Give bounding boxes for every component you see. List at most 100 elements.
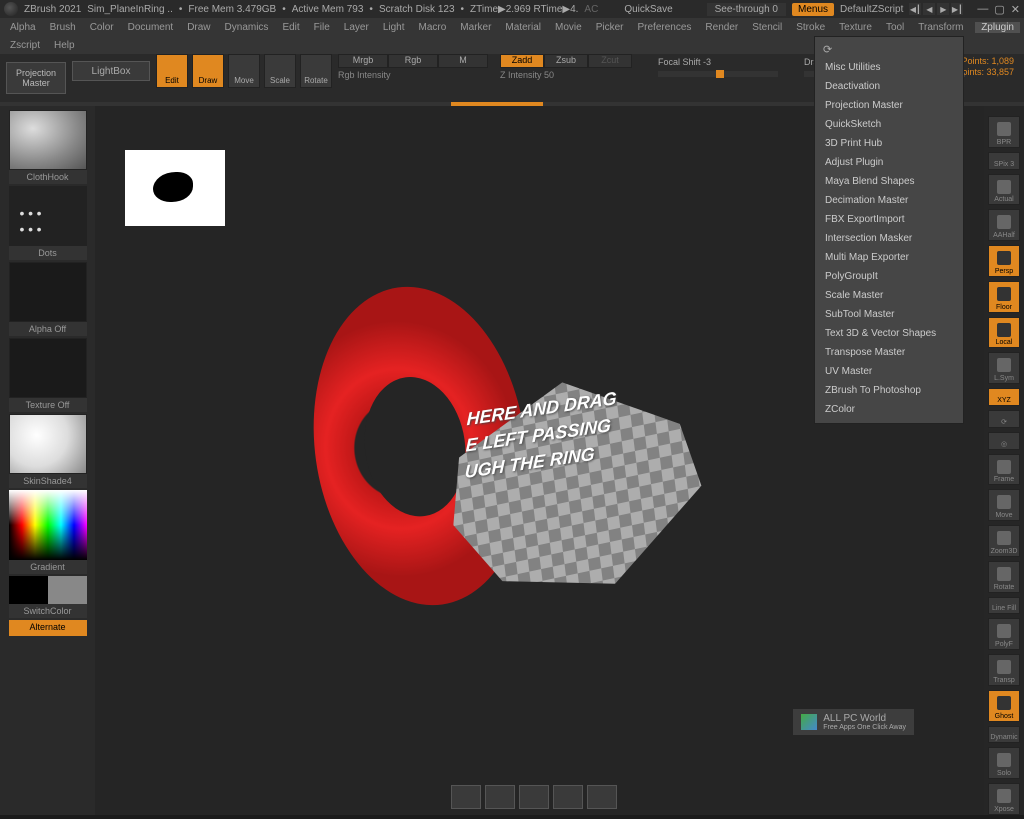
zsub-button[interactable]: Zsub [544, 54, 588, 68]
menu-layer[interactable]: Layer [338, 22, 375, 33]
focal-shift-slider[interactable]: Focal Shift -3 [658, 57, 778, 77]
seethrough-slider[interactable]: See-through 0 [707, 3, 786, 16]
dd-scale-master[interactable]: Scale Master [815, 286, 963, 305]
menu-material[interactable]: Material [499, 22, 547, 33]
dd-transpose-master[interactable]: Transpose Master [815, 343, 963, 362]
menu-stroke[interactable]: Stroke [790, 22, 831, 33]
dd-multi-map-exporter[interactable]: Multi Map Exporter [815, 248, 963, 267]
menu-brush[interactable]: Brush [44, 22, 82, 33]
window-controls[interactable]: —▢✕ [977, 3, 1020, 16]
dd-uv-master[interactable]: UV Master [815, 362, 963, 381]
rotate-mode-button[interactable]: Rotate [300, 54, 332, 88]
menu-dynamics[interactable]: Dynamics [219, 22, 275, 33]
frame-button[interactable]: Frame [988, 454, 1020, 486]
dd-misc-utilities[interactable]: Misc Utilities [815, 58, 963, 77]
document-thumbnail[interactable] [125, 150, 225, 226]
xpose-button[interactable]: Xpose [988, 783, 1020, 815]
projection-master-button[interactable]: Projection Master [6, 62, 66, 94]
z-intensity-slider[interactable]: Z Intensity 50 [500, 70, 632, 80]
dropdown-refresh[interactable]: ⟳ [815, 41, 963, 58]
dd-projection-master[interactable]: Projection Master [815, 96, 963, 115]
alpha-slot[interactable]: Alpha Off [9, 262, 87, 336]
dd-intersection-masker[interactable]: Intersection Masker [815, 229, 963, 248]
menu-draw[interactable]: Draw [181, 22, 216, 33]
dd-text-3d-vector[interactable]: Text 3D & Vector Shapes [815, 324, 963, 343]
spix-slider[interactable]: SPix 3 [988, 152, 1020, 170]
menu-help[interactable]: Help [48, 40, 81, 51]
rotate3d-button[interactable]: Rotate [988, 561, 1020, 593]
color-picker[interactable] [9, 490, 87, 560]
menu-alpha[interactable]: Alpha [4, 22, 42, 33]
dd-deactivation[interactable]: Deactivation [815, 77, 963, 96]
menu-transform[interactable]: Transform [912, 22, 969, 33]
refresh-button[interactable]: ⟳ [988, 410, 1020, 428]
dd-subtool-master[interactable]: SubTool Master [815, 305, 963, 324]
rgb-intensity-label[interactable]: Rgb Intensity [338, 70, 488, 80]
switch-color-slot[interactable]: SwitchColor [9, 576, 87, 618]
menu-edit[interactable]: Edit [276, 22, 305, 33]
material-slot[interactable]: SkinShade4 [9, 414, 87, 488]
scale-mode-button[interactable]: Scale [264, 54, 296, 88]
menu-render[interactable]: Render [699, 22, 744, 33]
menu-zplugin[interactable]: Zplugin [975, 22, 1020, 33]
menu-preferences[interactable]: Preferences [631, 22, 697, 33]
dd-zcolor[interactable]: ZColor [815, 400, 963, 419]
move-mode-button[interactable]: Move [228, 54, 260, 88]
solo-button[interactable]: Solo [988, 747, 1020, 779]
mrgb-button[interactable]: Mrgb [338, 54, 388, 68]
timeline-thumbs[interactable] [451, 785, 617, 809]
menu-macro[interactable]: Macro [413, 22, 453, 33]
lightbox-button[interactable]: LightBox [72, 61, 150, 81]
m-button[interactable]: M [438, 54, 488, 68]
menu-movie[interactable]: Movie [549, 22, 588, 33]
history-arrows[interactable]: ◀┃◀▶▶┃ [909, 3, 963, 15]
menu-zscript[interactable]: Zscript [4, 40, 46, 51]
quicksave-button[interactable]: QuickSave [624, 4, 672, 15]
menus-toggle[interactable]: Menus [792, 3, 834, 16]
actual-button[interactable]: Actual [988, 174, 1020, 206]
swatch-main[interactable] [9, 576, 48, 604]
linefill-button[interactable]: Line Fill [988, 597, 1020, 615]
stroke-slot[interactable]: Dots [9, 186, 87, 260]
dd-fbx-exportimport[interactable]: FBX ExportImport [815, 210, 963, 229]
dynamic2-button[interactable]: Dynamic [988, 726, 1020, 744]
target-button[interactable]: ◎ [988, 432, 1020, 450]
menu-tool[interactable]: Tool [880, 22, 910, 33]
color-picker-slot[interactable]: Gradient [9, 490, 87, 574]
dd-3d-print-hub[interactable]: 3D Print Hub [815, 134, 963, 153]
zcut-button[interactable]: Zcut [588, 54, 632, 68]
floor-button[interactable]: Floor [988, 281, 1020, 313]
dynamic-button[interactable]: Persp [988, 245, 1020, 277]
menu-texture[interactable]: Texture [833, 22, 878, 33]
alternate-button[interactable]: Alternate [9, 620, 87, 636]
menu-color[interactable]: Color [84, 22, 120, 33]
texture-slot[interactable]: Texture Off [9, 338, 87, 412]
menu-file[interactable]: File [308, 22, 336, 33]
menu-light[interactable]: Light [377, 22, 411, 33]
dd-decimation-master[interactable]: Decimation Master [815, 191, 963, 210]
dd-zbrush-to-photoshop[interactable]: ZBrush To Photoshop [815, 381, 963, 400]
dd-quicksketch[interactable]: QuickSketch [815, 115, 963, 134]
polyf-button[interactable]: PolyF [988, 618, 1020, 650]
rgb-button[interactable]: Rgb [388, 54, 438, 68]
default-zscript[interactable]: DefaultZScript [840, 4, 903, 15]
brush-slot[interactable]: ClothHook [9, 110, 87, 184]
zoom3d-button[interactable]: Zoom3D [988, 525, 1020, 557]
move-button[interactable]: Move [988, 489, 1020, 521]
lsym-button[interactable]: L.Sym [988, 352, 1020, 384]
swatch-secondary[interactable] [48, 576, 87, 604]
xyz-button[interactable]: XYZ [988, 388, 1020, 406]
menu-document[interactable]: Document [122, 22, 180, 33]
zadd-button[interactable]: Zadd [500, 54, 544, 68]
menu-marker[interactable]: Marker [454, 22, 497, 33]
dd-adjust-plugin[interactable]: Adjust Plugin [815, 153, 963, 172]
bpr-button[interactable]: BPR [988, 116, 1020, 148]
menu-picker[interactable]: Picker [590, 22, 630, 33]
draw-mode-button[interactable]: Draw [192, 54, 224, 88]
transp-button[interactable]: Transp [988, 654, 1020, 686]
dd-polygroupit[interactable]: PolyGroupIt [815, 267, 963, 286]
menu-stencil[interactable]: Stencil [746, 22, 788, 33]
local-button[interactable]: Local [988, 317, 1020, 349]
edit-mode-button[interactable]: Edit [156, 54, 188, 88]
ghost-button[interactable]: Ghost [988, 690, 1020, 722]
